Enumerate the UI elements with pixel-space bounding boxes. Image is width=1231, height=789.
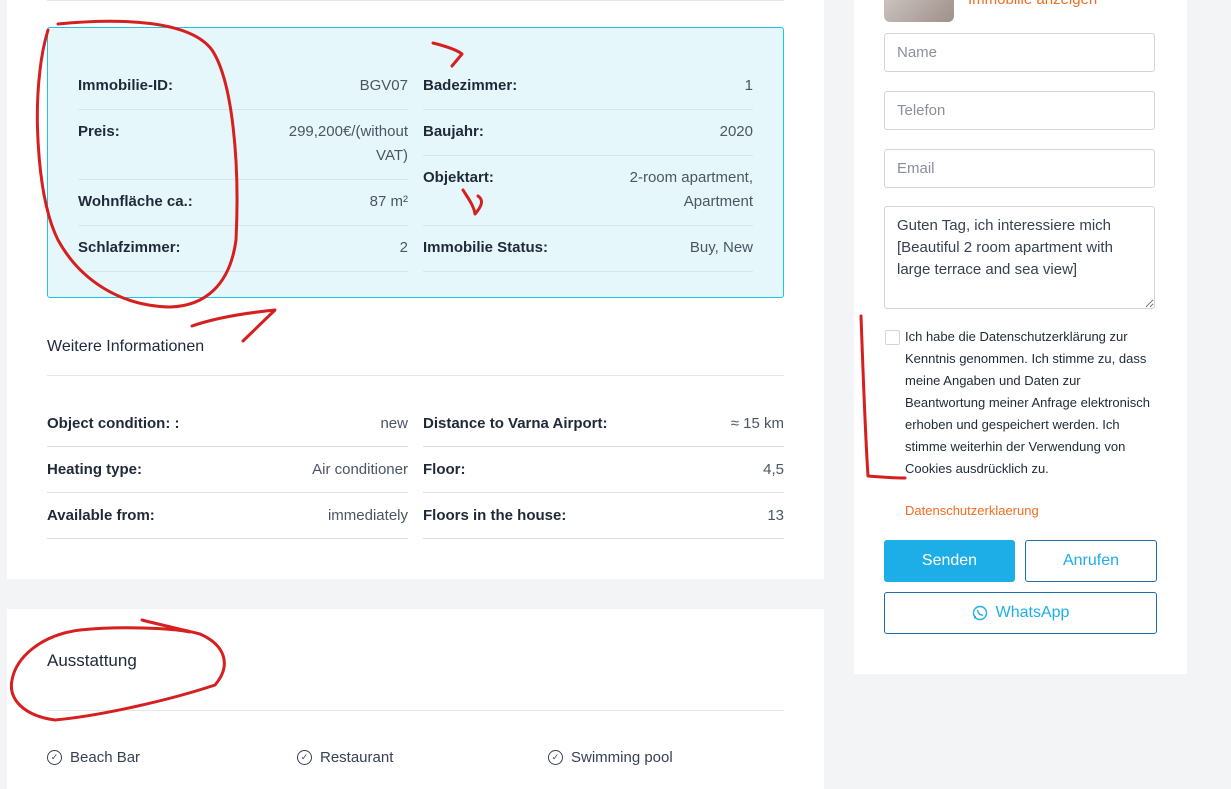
feature-label: Beach Bar [70,749,141,766]
detail-label: Immobilie-ID: [78,77,174,94]
property-details-box: Immobilie-ID: BGV07 Preis: 299,200€/(wit… [47,27,784,298]
detail-value: 2 [399,239,408,256]
divider [47,375,784,376]
detail-label: Objektart: [423,169,494,186]
more-info-column-right: Distance to Varna Airport: ≈ 15 km Floor… [423,401,784,539]
details-column-right: Badezimmer: 1 Baujahr: 2020 Objektart: 2… [423,64,753,272]
avatar [884,0,954,22]
details-column-left: Immobilie-ID: BGV07 Preis: 299,200€/(wit… [78,64,408,272]
check-circle-icon: ✓ [47,750,62,765]
detail-row: Schlafzimmer: 2 [78,226,408,272]
features-title: Ausstattung [47,651,137,670]
info-label: Available from: [47,507,155,524]
detail-row: Immobilie-ID: BGV07 [78,64,408,110]
send-button-label: Senden [921,552,978,569]
info-value: immediately [327,507,408,524]
detail-value: BGV07 [359,77,408,94]
info-label: Distance to Varna Airport: [423,415,608,432]
info-value: ≈ 15 km [730,415,784,432]
info-value: Air conditioner [312,461,408,478]
detail-row: Badezimmer: 1 [423,64,753,110]
detail-label: Wohnfläche ca.: [78,193,193,210]
info-label: Floors in the house: [423,507,567,524]
detail-row: Objektart: 2-room apartment, Apartment [423,156,753,226]
detail-label: Immobilie Status: [423,239,549,256]
detail-row: Baujahr: 2020 [423,110,753,156]
detail-row: Wohnfläche ca.: 87 m² [78,180,408,226]
detail-row: Preis: 299,200€/(without VAT) [78,110,408,180]
detail-value: 2020 [719,123,753,140]
more-info-title: Weitere Informationen [47,338,205,355]
detail-value: 299,200€/(without VAT) [288,123,408,164]
check-circle-icon: ✓ [297,750,312,765]
whatsapp-button-label: WhatsApp [995,604,1070,621]
info-label: Floor: [423,461,466,478]
send-button[interactable]: Senden [884,540,1015,582]
info-row: Available from: immediately [47,493,408,539]
divider [47,710,784,711]
email-input[interactable] [884,149,1155,188]
info-row: Floors in the house: 13 [423,493,784,539]
whatsapp-button[interactable]: WhatsApp [884,592,1157,634]
detail-value: 1 [744,77,753,94]
detail-label: Badezimmer: [423,77,518,94]
info-label: Heating type: [47,461,143,478]
consent-text: Ich habe die Datenschutzerklärung zur Ke… [905,329,1150,476]
more-info-column-left: Object condition: : new Heating type: Ai… [47,401,408,539]
name-input[interactable] [884,33,1155,72]
feature-label: Restaurant [320,749,394,766]
detail-label: Schlafzimmer: [78,239,181,256]
detail-value: Buy, New [689,239,753,256]
feature-item: ✓ Swimming pool [548,749,673,766]
detail-label: Baujahr: [423,123,484,140]
info-row: Floor: 4,5 [423,447,784,493]
info-row: Heating type: Air conditioner [47,447,408,493]
phone-input[interactable] [884,91,1155,130]
info-value: 13 [767,507,784,524]
info-value: 4,5 [763,461,784,478]
feature-item: ✓ Restaurant [297,749,393,766]
call-button-label: Anrufen [1062,552,1120,569]
whatsapp-icon [972,605,987,621]
detail-value: 87 m² [369,193,408,210]
agent-listings-link[interactable]: Immobilie anzeigen [968,0,1097,8]
message-textarea[interactable]: Guten Tag, ich interessiere mich [Beauti… [884,206,1155,309]
info-value: new [380,415,408,432]
detail-value: 2-room apartment, Apartment [629,169,753,210]
divider [47,0,784,1]
info-label: Object condition: : [47,415,180,432]
detail-label: Preis: [78,123,120,140]
info-row: Object condition: : new [47,401,408,447]
consent-checkbox[interactable] [885,330,900,345]
feature-item: ✓ Beach Bar [47,749,140,766]
check-circle-icon: ✓ [548,750,563,765]
feature-label: Swimming pool [571,749,673,766]
detail-row: Immobilie Status: Buy, New [423,226,753,272]
privacy-policy-link[interactable]: Datenschutzerklaerung [905,503,1039,518]
call-button[interactable]: Anrufen [1025,540,1157,582]
info-row: Distance to Varna Airport: ≈ 15 km [423,401,784,447]
